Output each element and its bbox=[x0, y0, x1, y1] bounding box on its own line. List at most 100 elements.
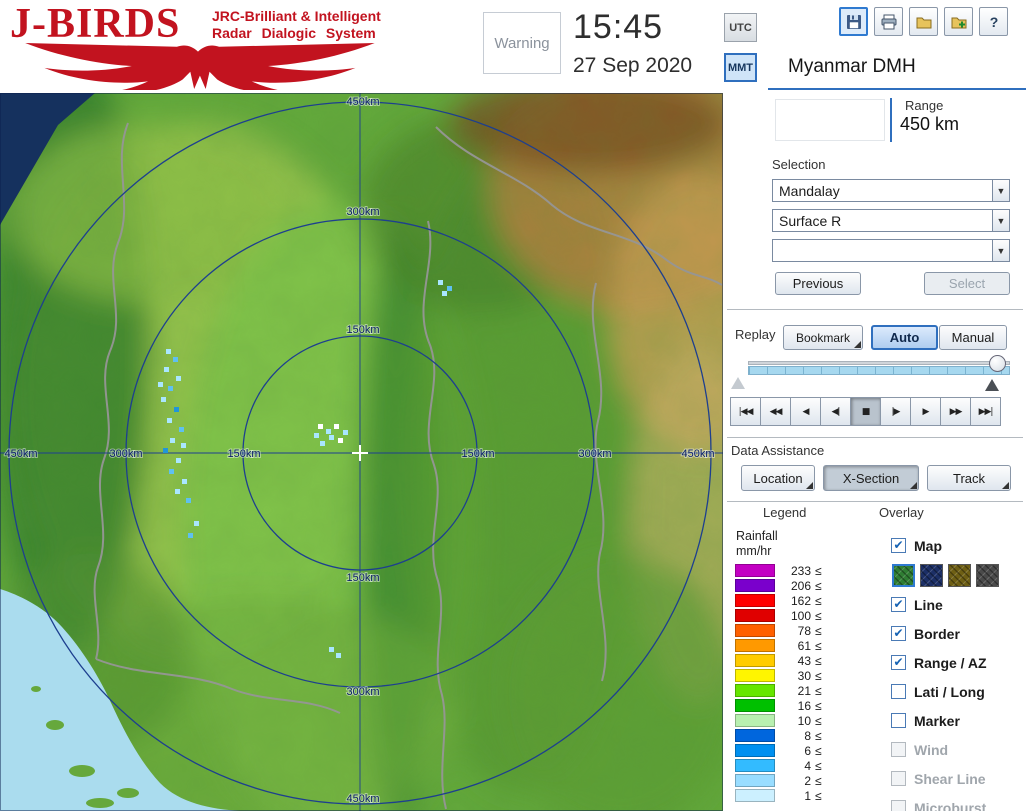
chevron-down-icon[interactable]: ▼ bbox=[992, 180, 1009, 201]
timeline-rail bbox=[748, 361, 1010, 365]
auto-mode-button[interactable]: Auto bbox=[871, 325, 938, 350]
svg-text:300km: 300km bbox=[346, 206, 379, 218]
playback-play-reverse-button[interactable]: ◀ bbox=[790, 397, 821, 426]
playback-stop-button[interactable]: ■ bbox=[850, 397, 881, 426]
app-logo-title: J-BIRDS bbox=[10, 0, 180, 48]
save-button[interactable] bbox=[839, 7, 868, 36]
x-section-button[interactable]: X-Section bbox=[823, 465, 919, 491]
svg-text:450km: 450km bbox=[346, 793, 379, 805]
svg-text:150km: 150km bbox=[461, 448, 494, 460]
chevron-down-icon[interactable]: ▼ bbox=[992, 210, 1009, 231]
map-style-dark-swatch[interactable] bbox=[976, 564, 999, 587]
section-divider bbox=[727, 309, 1023, 310]
playback-skip-to-start-button[interactable]: |◀◀ bbox=[730, 397, 761, 426]
legend-row: 21≤ bbox=[735, 683, 822, 698]
legend-value: 2 bbox=[775, 774, 815, 788]
legend-operator: ≤ bbox=[815, 669, 822, 683]
previous-button[interactable]: Previous bbox=[775, 272, 861, 295]
overlay-item-label: Border bbox=[914, 626, 960, 642]
playback-fast-forward-button[interactable]: ▶▶ bbox=[940, 397, 971, 426]
checkbox-checked[interactable]: ✔ bbox=[891, 597, 906, 612]
overlay-item-marker[interactable]: Marker bbox=[891, 706, 1027, 735]
legend-color-swatch bbox=[735, 579, 775, 592]
svg-text:450km: 450km bbox=[346, 96, 379, 108]
overlay-item-line[interactable]: ✔Line bbox=[891, 590, 1027, 619]
chevron-down-icon[interactable]: ▼ bbox=[992, 240, 1009, 261]
legend-row: 162≤ bbox=[735, 593, 822, 608]
app-logo-tagline: JRC-Brilliant & Intelligent Radar Dialog… bbox=[212, 8, 381, 42]
selection-label: Selection bbox=[772, 157, 825, 172]
data-assistance-label: Data Assistance bbox=[731, 443, 824, 458]
map-style-olive-swatch[interactable] bbox=[948, 564, 971, 587]
checkbox-unchecked[interactable] bbox=[891, 713, 906, 728]
timeline-bar bbox=[748, 366, 1010, 375]
popup-corner-icon bbox=[1002, 482, 1009, 489]
overlay-item-range-az[interactable]: ✔ Range / AZ bbox=[891, 648, 1027, 677]
legend-color-swatch bbox=[735, 639, 775, 652]
legend-value: 233 bbox=[775, 564, 815, 578]
print-button[interactable] bbox=[874, 7, 903, 36]
x-section-label: X-Section bbox=[843, 471, 899, 486]
legend-color-swatch bbox=[735, 789, 775, 802]
overlay-item-label: Range / AZ bbox=[914, 655, 987, 671]
utc-toggle-button[interactable]: UTC bbox=[724, 13, 757, 42]
legend-row: 2≤ bbox=[735, 773, 822, 788]
checkbox-checked[interactable]: ✔ bbox=[891, 538, 906, 553]
tagline-line1: JRC-Brilliant & Intelligent bbox=[212, 8, 381, 25]
checkbox-checked[interactable]: ✔ bbox=[891, 626, 906, 641]
overlay-item-map[interactable]: ✔Map bbox=[891, 531, 1027, 560]
legend-operator: ≤ bbox=[815, 789, 822, 803]
checkbox-unchecked[interactable] bbox=[891, 800, 906, 811]
playback-play-button[interactable]: ▶ bbox=[910, 397, 941, 426]
legend-row: 16≤ bbox=[735, 698, 822, 713]
timeline-thumb[interactable] bbox=[989, 355, 1006, 372]
playback-step-forward-button[interactable]: |▶ bbox=[880, 397, 911, 426]
svg-text:300km: 300km bbox=[346, 686, 379, 698]
section-divider bbox=[727, 501, 1023, 502]
selection-dropdown-product[interactable]: Surface R ▼ bbox=[772, 209, 1010, 232]
overlay-item-shear-line[interactable]: Shear Line bbox=[891, 764, 1027, 793]
overlay-item-border[interactable]: ✔ Border bbox=[891, 619, 1027, 648]
overlay-item-label: Shear Line bbox=[914, 771, 986, 787]
svg-text:450km: 450km bbox=[681, 448, 714, 460]
legend-row: 6≤ bbox=[735, 743, 822, 758]
checkbox-checked[interactable]: ✔ bbox=[891, 655, 906, 670]
legend-operator: ≤ bbox=[815, 564, 822, 578]
legend-color-swatch bbox=[735, 774, 775, 787]
open-folder-button[interactable] bbox=[909, 7, 938, 36]
checkbox-unchecked[interactable] bbox=[891, 742, 906, 757]
track-button[interactable]: Track bbox=[927, 465, 1011, 491]
warning-status-box[interactable]: Warning bbox=[483, 12, 561, 74]
save-icon bbox=[845, 13, 863, 31]
checkbox-unchecked[interactable] bbox=[891, 684, 906, 699]
selection-dropdown-extra[interactable]: ▼ bbox=[772, 239, 1010, 262]
mmt-toggle-button[interactable]: MMT bbox=[724, 53, 757, 82]
overlay-item-microburst[interactable]: Microburst bbox=[891, 793, 1027, 811]
legend-row: 61≤ bbox=[735, 638, 822, 653]
manual-mode-button[interactable]: Manual bbox=[939, 325, 1007, 350]
legend-value: 8 bbox=[775, 729, 815, 743]
folder-plus-icon bbox=[950, 13, 968, 31]
map-style-navy-swatch[interactable] bbox=[920, 564, 943, 587]
overlay-item-wind[interactable]: Wind bbox=[891, 735, 1027, 764]
overlay-item-lati-long[interactable]: Lati / Long bbox=[891, 677, 1027, 706]
import-folder-button[interactable] bbox=[944, 7, 973, 36]
legend-value: 1 bbox=[775, 789, 815, 803]
svg-text:150km: 150km bbox=[346, 572, 379, 584]
selection-dropdown-site[interactable]: Mandalay ▼ bbox=[772, 179, 1010, 202]
checkbox-unchecked[interactable] bbox=[891, 771, 906, 786]
legend-color-swatch bbox=[735, 744, 775, 757]
legend-label: Legend bbox=[763, 505, 806, 520]
playback-fast-rewind-button[interactable]: ◀◀ bbox=[760, 397, 791, 426]
playback-step-back-button[interactable]: ◀| bbox=[820, 397, 851, 426]
radar-map-canvas[interactable]: 450km300km150km150km300km450km450km300km… bbox=[0, 93, 723, 811]
map-style-green-swatch[interactable] bbox=[892, 564, 915, 587]
legend-operator: ≤ bbox=[815, 774, 822, 788]
playback-skip-to-end-button[interactable]: ▶▶| bbox=[970, 397, 1001, 426]
bookmark-button[interactable]: Bookmark bbox=[783, 325, 863, 350]
select-button[interactable]: Select bbox=[924, 272, 1010, 295]
replay-timeline-slider[interactable] bbox=[748, 361, 1010, 375]
location-button[interactable]: Location bbox=[741, 465, 815, 491]
legend-operator: ≤ bbox=[815, 744, 822, 758]
help-button[interactable]: ? bbox=[979, 7, 1008, 36]
